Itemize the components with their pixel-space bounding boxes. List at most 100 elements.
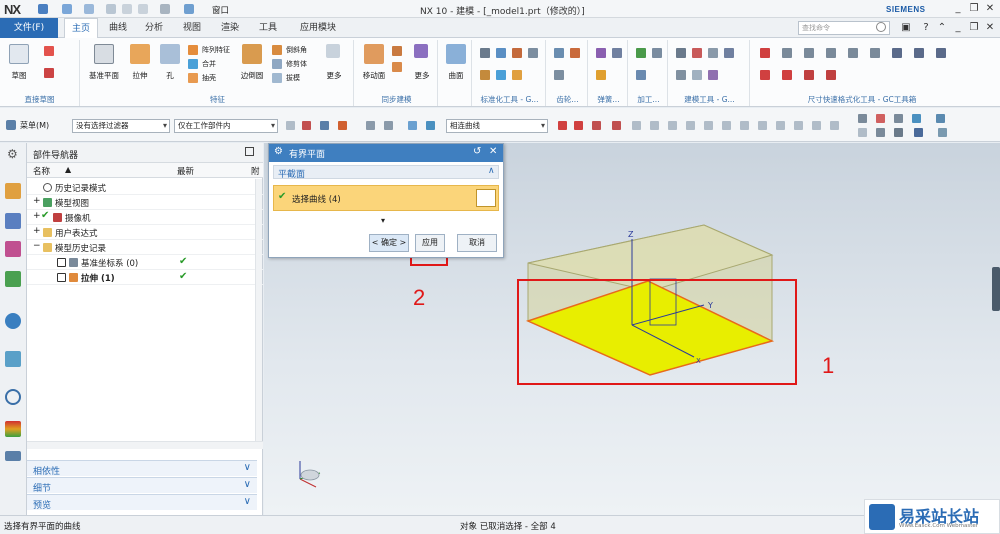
constraint-navigator-icon[interactable] xyxy=(5,241,21,257)
history-icon[interactable] xyxy=(5,351,21,367)
unite-icon[interactable] xyxy=(188,59,198,69)
gear-tool-b-icon[interactable] xyxy=(570,48,580,58)
panel-dependencies[interactable]: 相依性 ∨ xyxy=(27,460,257,477)
right-dock-handle[interactable] xyxy=(992,267,1000,311)
expand-icon[interactable]: + xyxy=(33,196,41,206)
tab-render[interactable]: 渲染 xyxy=(214,18,246,38)
sync-tool-b-icon[interactable] xyxy=(392,62,402,72)
minimize-icon[interactable]: _ xyxy=(952,3,964,15)
checkbox-icon[interactable] xyxy=(57,273,66,282)
dim-tool-f-icon[interactable] xyxy=(870,48,880,58)
assembly-navigator-icon[interactable] xyxy=(5,213,21,229)
move-face-button[interactable]: 移动面 xyxy=(358,70,390,81)
hole-icon[interactable] xyxy=(160,44,180,64)
view-g-icon[interactable] xyxy=(876,128,885,137)
spring-tool-b-icon[interactable] xyxy=(612,48,622,58)
modeling-tool-f-icon[interactable] xyxy=(692,70,702,80)
settings-gear-icon[interactable]: ⚙ xyxy=(7,147,18,161)
snap-p-icon[interactable] xyxy=(830,121,839,130)
sketch-rect-icon[interactable] xyxy=(44,68,54,78)
snap-h-icon[interactable] xyxy=(686,121,695,130)
view-f-icon[interactable] xyxy=(858,128,867,137)
snap-g-icon[interactable] xyxy=(668,121,677,130)
redo-icon[interactable] xyxy=(84,4,94,14)
tree-row-user-expressions[interactable]: + 用户表达式 xyxy=(27,225,263,240)
modeling-tool-g-icon[interactable] xyxy=(708,70,718,80)
expand-icon[interactable]: + xyxy=(33,226,41,236)
modeling-tool-e-icon[interactable] xyxy=(676,70,686,80)
snap-f-icon[interactable] xyxy=(650,121,659,130)
cancel-button[interactable]: 取消 xyxy=(457,234,497,252)
select-tool-d-icon[interactable] xyxy=(338,121,347,130)
draft-icon[interactable] xyxy=(272,73,282,83)
selection-scope-select[interactable]: 仅在工作部件内 xyxy=(174,119,278,133)
hole-button[interactable]: 孔 xyxy=(158,70,182,81)
collapse-icon[interactable]: − xyxy=(33,241,41,251)
panel-details[interactable]: 细节 ∨ xyxy=(27,477,257,494)
machining-tool-b-icon[interactable] xyxy=(652,48,662,58)
doc-restore-icon[interactable]: ❐ xyxy=(968,22,980,34)
tree-row-cameras[interactable]: + ✔ 摄像机 xyxy=(27,210,263,225)
maximize-icon[interactable] xyxy=(245,147,254,156)
checkbox-icon[interactable] xyxy=(57,258,66,267)
ok-button[interactable]: < 确定 > xyxy=(369,234,409,252)
select-tool-c-icon[interactable] xyxy=(320,121,329,130)
dim-tool-a-icon[interactable] xyxy=(760,48,770,58)
dim-tool-k-icon[interactable] xyxy=(782,70,792,80)
standard-tool-b-icon[interactable] xyxy=(496,48,506,58)
machining-tool-a-icon[interactable] xyxy=(636,48,646,58)
chamfer-icon[interactable] xyxy=(272,45,282,55)
snap-b-icon[interactable] xyxy=(574,121,583,130)
tree-row-history-mode[interactable]: 历史记录模式 xyxy=(27,180,263,195)
snap-k-icon[interactable] xyxy=(740,121,749,130)
part-navigator-icon[interactable] xyxy=(5,183,21,199)
unite-button[interactable]: 合并 xyxy=(202,59,216,69)
column-name[interactable]: 名称 xyxy=(33,165,50,177)
dim-tool-d-icon[interactable] xyxy=(826,48,836,58)
sketch-icon[interactable] xyxy=(9,44,29,64)
trim-body-button[interactable]: 修剪体 xyxy=(286,59,307,69)
visualization-icon[interactable] xyxy=(5,421,21,437)
more-sync-button[interactable]: 更多 xyxy=(408,70,436,81)
modeling-tool-d-icon[interactable] xyxy=(724,48,734,58)
ribbon-collapse-icon[interactable]: ⌃ xyxy=(936,22,948,34)
gear-tool-a-icon[interactable] xyxy=(554,48,564,58)
pattern-feature-button[interactable]: 阵列特征 xyxy=(202,45,230,55)
reuse-library-icon[interactable] xyxy=(5,271,21,287)
snap-d-icon[interactable] xyxy=(612,121,621,130)
snap-i-icon[interactable] xyxy=(704,121,713,130)
view-i-icon[interactable] xyxy=(914,128,923,137)
datum-plane-icon[interactable] xyxy=(94,44,114,64)
standard-tool-f-icon[interactable] xyxy=(496,70,506,80)
undo-icon[interactable] xyxy=(62,4,72,14)
column-latest[interactable]: 最新 xyxy=(177,165,194,177)
draft-button[interactable]: 拔模 xyxy=(286,73,300,83)
select-tool-a-icon[interactable] xyxy=(286,121,295,130)
tree-row-model-history[interactable]: − 模型历史记录 xyxy=(27,240,263,255)
more-feature-button[interactable]: 更多 xyxy=(320,70,348,81)
help-icon[interactable]: ▣ xyxy=(900,22,912,34)
extrude-icon[interactable] xyxy=(130,44,150,64)
save-icon[interactable] xyxy=(38,4,48,14)
view-j-icon[interactable] xyxy=(938,128,947,137)
dim-tool-h-icon[interactable] xyxy=(914,48,924,58)
curve-rule-select[interactable]: 相连曲线 xyxy=(446,119,548,133)
standard-tool-d-icon[interactable] xyxy=(528,48,538,58)
doc-minimize-icon[interactable]: _ xyxy=(952,22,964,34)
standard-tool-e-icon[interactable] xyxy=(480,70,490,80)
help2-icon[interactable]: ? xyxy=(920,22,932,34)
snap-c-icon[interactable] xyxy=(592,121,601,130)
view-b-icon[interactable] xyxy=(876,114,885,123)
restore-icon[interactable]: ❐ xyxy=(968,3,980,15)
tab-view[interactable]: 视图 xyxy=(176,18,208,38)
tab-curve[interactable]: 曲线 xyxy=(102,18,134,38)
surface-button[interactable]: 曲面 xyxy=(442,70,470,81)
section-plane-header[interactable]: 平截面 ∧ xyxy=(273,165,499,180)
tab-file[interactable]: 文件(F) xyxy=(0,18,58,38)
standard-tool-a-icon[interactable] xyxy=(480,48,490,58)
select-tool-b-icon[interactable] xyxy=(302,121,311,130)
tree-row-extrude[interactable]: 拉伸 (1) ✔ xyxy=(27,270,263,285)
modeling-tool-a-icon[interactable] xyxy=(676,48,686,58)
menu-button[interactable]: 菜单(M) xyxy=(20,120,49,131)
select-tool-g-icon[interactable] xyxy=(408,121,417,130)
